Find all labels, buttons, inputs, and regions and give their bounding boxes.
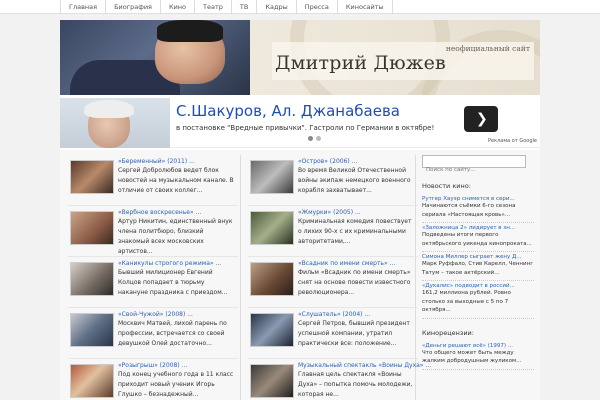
search-box — [422, 155, 526, 176]
post-excerpt: Сергей Петров, бывший президент успешной… — [298, 320, 410, 347]
news-excerpt: Подведены итоги первого октябрьского уик… — [422, 232, 532, 247]
reviews-heading: Кинорецензии: — [422, 328, 474, 337]
ad-banner[interactable]: С.Шакуров, Ал. Джанабаева в постановке "… — [60, 98, 540, 148]
post-title-link[interactable]: «Свой-Чужой» (2008) ... — [118, 311, 193, 318]
post-excerpt: Главная цель спектакля «Воины Духа» – по… — [298, 371, 413, 398]
site-title[interactable]: Дмитрий Дюжев — [275, 52, 446, 74]
post-excerpt: Сергей Добролюбов ведет блок новостей на… — [118, 167, 234, 194]
post-title-link[interactable]: «Каникулы строгого режима» ... — [118, 260, 221, 267]
search-input[interactable] — [423, 164, 525, 176]
ad-text[interactable]: в постановке "Вредные привычки". Гастрол… — [176, 124, 434, 132]
header-photo-hair — [157, 20, 223, 42]
posts-column-left: «Беременный» (2011) ... Сергей Добролюбо… — [68, 155, 238, 400]
post-thumbnail[interactable] — [250, 364, 294, 398]
site-subtitle: неофициальный сайт — [445, 44, 530, 53]
post-item: «Слушатель» (2004) ... Сергей Петров, бы… — [248, 308, 418, 359]
news-excerpt: Начинаются съёмки 6-го сезона сериала «Н… — [422, 203, 516, 218]
post-excerpt: Бывший милиционер Евгений Колцов попадае… — [118, 269, 228, 296]
review-item: «Деньги решают всё» (1997) ... Что общег… — [422, 341, 534, 370]
post-thumbnail[interactable] — [70, 364, 114, 398]
post-excerpt: Фильм «Всадник по имени смерть» снят на … — [298, 269, 411, 296]
posts-column-right: «Остров» (2006) ... Во время Великой Оте… — [248, 155, 431, 400]
post-title-link[interactable]: «Беременный» (2011) ... — [118, 158, 195, 165]
post-title-link[interactable]: «Розыгрыш» (2008) ... — [118, 362, 187, 369]
nav-item-tv[interactable]: ТВ — [232, 0, 258, 14]
news-item: «Дукалис» подводит в россий... 161,2 мил… — [422, 281, 534, 319]
column-divider — [240, 155, 241, 400]
news-excerpt: 161,2 миллиона рублей. Ровно столько за … — [422, 290, 511, 313]
news-heading: Новости кино: — [422, 182, 471, 190]
nav-item-biography[interactable]: Биография — [106, 0, 161, 14]
ad-next-button[interactable]: ❯ — [464, 106, 498, 132]
post-thumbnail[interactable] — [250, 262, 294, 296]
top-navigation: Главная Биография Кино Театр ТВ Кадры Пр… — [0, 0, 600, 14]
ad-photo-hair — [84, 100, 134, 118]
post-item: «Вербное воскресенье» ... Артур Никитин,… — [68, 206, 238, 257]
post-title-link[interactable]: «Вербное воскресенье» ... — [118, 209, 201, 216]
post-title-link[interactable]: «Остров» (2006) ... — [298, 158, 357, 165]
ad-pager-dot[interactable] — [316, 136, 321, 141]
post-item: «Жмурки» (2005) ... Криминальная комедия… — [248, 206, 418, 257]
post-excerpt: Под конец учебного года в 11 класс прихо… — [118, 371, 234, 398]
nav-item-press[interactable]: Пресса — [297, 0, 338, 14]
ad-photo[interactable] — [60, 98, 170, 148]
ad-brand[interactable]: Реклама от Google — [488, 138, 537, 144]
post-title-link[interactable]: «Жмурки» (2005) ... — [298, 209, 361, 216]
post-thumbnail[interactable] — [250, 211, 294, 245]
post-excerpt: Криминальная комедия повествует о лихих … — [298, 218, 412, 245]
ad-pager — [308, 136, 321, 141]
post-thumbnail[interactable] — [250, 160, 294, 194]
post-excerpt: Артур Никитин, единственный внук члена п… — [118, 218, 233, 255]
main-content: «Беременный» (2011) ... Сергей Добролюбо… — [60, 150, 540, 400]
header-photo — [60, 20, 250, 95]
news-item: Симона Миллер сыграет жену Д... Марк Руф… — [422, 252, 534, 281]
post-thumbnail[interactable] — [70, 211, 114, 245]
sidebar: Новости кино: Рутгер Хауэр снимется в се… — [422, 155, 534, 370]
nav-item-home[interactable]: Главная — [60, 0, 107, 14]
post-item: «Беременный» (2011) ... Сергей Добролюбо… — [68, 155, 238, 206]
news-excerpt: Марк Руффало, Стив Карелл, Ченнинг Татум… — [422, 261, 534, 276]
post-title-link[interactable]: Музыкальный спектакль «Воины Духа» ... — [298, 362, 431, 369]
post-title-link[interactable]: «Всадник по имени смерть» ... — [298, 260, 395, 267]
post-excerpt: Во время Великой Отечественной войны эки… — [298, 167, 411, 194]
page-container: неофициальный сайт Дмитрий Дюжев С.Шакур… — [60, 20, 540, 400]
post-thumbnail[interactable] — [70, 262, 114, 296]
nav-item-frames[interactable]: Кадры — [257, 0, 297, 14]
post-excerpt: Москвич Матвей, лихой парень по професси… — [118, 320, 227, 347]
post-thumbnail[interactable] — [250, 313, 294, 347]
review-excerpt: Что общего может быть между жалким добро… — [422, 349, 522, 365]
site-header: неофициальный сайт Дмитрий Дюжев — [60, 20, 540, 95]
post-item: Музыкальный спектакль «Воины Духа» ... Г… — [248, 359, 431, 400]
nav-item-film-sites[interactable]: Киносайты — [338, 0, 393, 14]
news-item: «Заложница 2» лидирует в зн... Подведены… — [422, 223, 534, 252]
post-title-link[interactable]: «Слушатель» (2004) ... — [298, 311, 370, 318]
post-item: «Остров» (2006) ... Во время Великой Оте… — [248, 155, 418, 206]
chevron-right-icon: ❯ — [476, 111, 488, 127]
nav-item-theatre[interactable]: Театр — [195, 0, 232, 14]
nav-menu: Главная Биография Кино Театр ТВ Кадры Пр… — [60, 0, 393, 14]
post-item: «Свой-Чужой» (2008) ... Москвич Матвей, … — [68, 308, 238, 359]
post-item: «Всадник по имени смерть» ... Фильм «Вса… — [248, 257, 418, 308]
nav-item-cinema[interactable]: Кино — [161, 0, 196, 14]
post-thumbnail[interactable] — [70, 160, 114, 194]
news-item: Рутгер Хауэр снимется в сери... Начинают… — [422, 194, 534, 223]
post-item: «Розыгрыш» (2008) ... Под конец учебного… — [68, 359, 238, 400]
ad-title[interactable]: С.Шакуров, Ал. Джанабаева — [176, 102, 400, 120]
ad-pager-dot[interactable] — [308, 136, 313, 141]
post-item: «Каникулы строгого режима» ... Бывший ми… — [68, 257, 238, 308]
post-thumbnail[interactable] — [70, 313, 114, 347]
